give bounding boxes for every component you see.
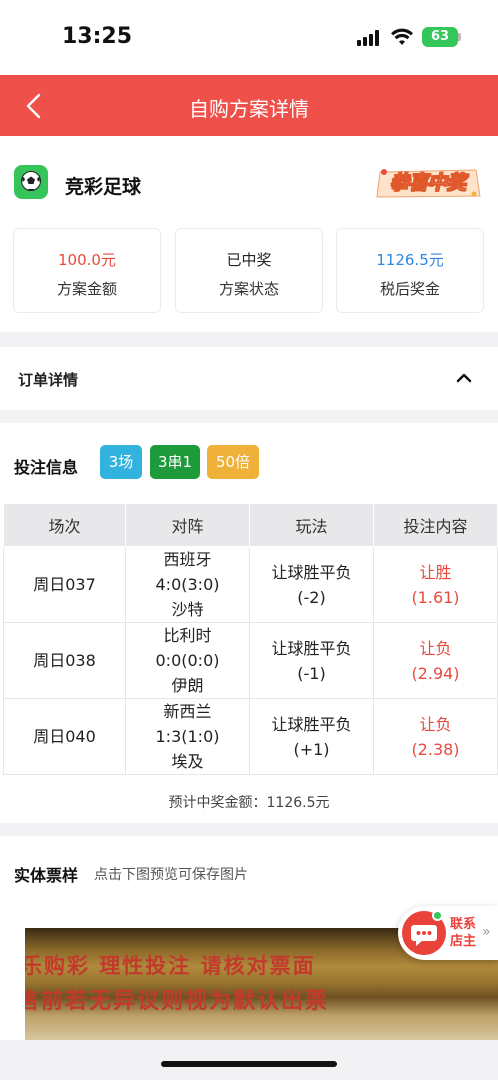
score: 4:0(3:0) <box>155 575 220 594</box>
ticket-text-line-1: 乐购彩 理性投注 请核对票面 <box>25 953 316 978</box>
stat-plan-amount: 100.0元 方案金额 <box>13 228 161 313</box>
away-team: 埃及 <box>171 752 204 771</box>
tag-multiplier: 50倍 <box>207 445 259 479</box>
pick: 让负 <box>419 638 452 658</box>
stat-after-tax-prize: 1126.5元 税后奖金 <box>336 228 484 313</box>
pick: 让负 <box>419 714 452 734</box>
lottery-name: 竞彩足球 <box>65 176 142 198</box>
match-no: 周日038 <box>3 622 126 699</box>
bet-info-section: 投注信息 3场 3串1 50倍 场次 对阵 玩法 投注内容 周日037 西班牙 … <box>0 423 498 823</box>
pick-cell: 让负 (2.38) <box>373 698 498 775</box>
tag-match-count: 3场 <box>100 445 142 479</box>
play-type: 让球胜平负 <box>271 714 352 734</box>
expected-prize: 预计中奖金额：1126.5元 <box>168 795 330 811</box>
battery-icon: 63 <box>422 27 458 47</box>
bet-table: 场次 对阵 玩法 投注内容 周日037 西班牙 4:0(3:0) 沙特 让球胜平… <box>3 503 498 775</box>
odds: (1.61) <box>411 587 460 607</box>
battery-tip <box>458 33 461 41</box>
stat-value: 已中奖 <box>226 251 272 269</box>
winning-badge: 恭喜中奖 <box>374 166 482 200</box>
odds: (2.38) <box>411 739 460 759</box>
chevron-up-icon[interactable] <box>455 369 473 387</box>
play-cell: 让球胜平负 (+1) <box>249 698 374 775</box>
handicap: (-1) <box>297 663 326 683</box>
order-details-label: 订单详情 <box>18 371 79 389</box>
winning-badge-text: 恭喜中奖 <box>389 172 467 195</box>
table-row: 周日037 西班牙 4:0(3:0) 沙特 让球胜平负 (-2) 让胜 (1.6… <box>3 546 498 623</box>
nav-bar: 自购方案详情 <box>0 75 498 136</box>
pick-cell: 让胜 (1.61) <box>373 546 498 623</box>
table-header-row: 场次 对阵 玩法 投注内容 <box>3 503 498 547</box>
away-team: 伊朗 <box>171 676 204 695</box>
handicap: (-2) <box>297 587 326 607</box>
handicap: (+1) <box>293 739 330 759</box>
stat-plan-status: 已中奖 方案状态 <box>175 228 323 313</box>
odds: (2.94) <box>411 663 460 683</box>
contact-label: 联系店主 <box>450 917 477 949</box>
teams-cell: 比利时 0:0(0:0) 伊朗 <box>125 622 250 699</box>
table-row: 周日038 比利时 0:0(0:0) 伊朗 让球胜平负 (-1) 让负 (2.9… <box>3 622 498 699</box>
away-team: 沙特 <box>171 600 204 619</box>
ticket-title: 实体票样 <box>14 866 79 885</box>
contact-shop-owner-button[interactable]: 联系店主 » <box>398 906 498 960</box>
play-cell: 让球胜平负 (-2) <box>249 546 374 623</box>
double-chevron-right-icon: » <box>482 924 491 940</box>
header-play-type: 玩法 <box>249 503 374 547</box>
score: 0:0(0:0) <box>155 651 220 670</box>
score: 1:3(1:0) <box>155 727 220 746</box>
status-time: 13:25 <box>62 24 133 49</box>
ticket-text-line-2: 售前若无异议则视为默认出票 <box>25 988 330 1014</box>
order-details-toggle[interactable]: 订单详情 <box>0 347 498 410</box>
table-row: 周日040 新西兰 1:3(1:0) 埃及 让球胜平负 (+1) 让负 (2.3… <box>3 698 498 775</box>
ticket-hint: 点击下图预览可保存图片 <box>94 867 248 883</box>
pick: 让胜 <box>419 562 452 582</box>
home-team: 新西兰 <box>163 702 212 721</box>
play-cell: 让球胜平负 (-1) <box>249 622 374 699</box>
play-type: 让球胜平负 <box>271 638 352 658</box>
match-no: 周日040 <box>3 698 126 775</box>
pick-cell: 让负 (2.94) <box>373 622 498 699</box>
stat-label: 方案状态 <box>218 280 279 298</box>
stat-label: 方案金额 <box>56 280 117 298</box>
cellular-signal-icon <box>357 30 379 46</box>
status-bar: 13:25 63 <box>0 0 498 75</box>
soccer-ball-icon <box>14 165 48 199</box>
page-title: 自购方案详情 <box>189 97 309 121</box>
tag-parlay: 3串1 <box>150 445 200 479</box>
home-team: 比利时 <box>163 626 212 645</box>
stat-value: 100.0元 <box>58 251 116 269</box>
header-match-no: 场次 <box>3 503 126 547</box>
home-team: 西班牙 <box>163 550 212 569</box>
header-teams: 对阵 <box>125 503 250 547</box>
online-status-dot <box>432 910 443 921</box>
plan-summary-card: 竞彩足球 恭喜中奖 100.0元 方案金额 已中奖 方案状态 1126.5元 税… <box>0 136 498 332</box>
home-indicator[interactable] <box>161 1061 337 1067</box>
stat-label: 税后奖金 <box>379 280 440 298</box>
bet-info-title: 投注信息 <box>14 458 79 477</box>
teams-cell: 西班牙 4:0(3:0) 沙特 <box>125 546 250 623</box>
home-area <box>0 1040 498 1080</box>
wifi-icon <box>391 28 413 45</box>
match-no: 周日037 <box>3 546 126 623</box>
teams-cell: 新西兰 1:3(1:0) 埃及 <box>125 698 250 775</box>
header-bet-content: 投注内容 <box>373 503 498 547</box>
play-type: 让球胜平负 <box>271 562 352 582</box>
stat-value: 1126.5元 <box>376 251 444 269</box>
